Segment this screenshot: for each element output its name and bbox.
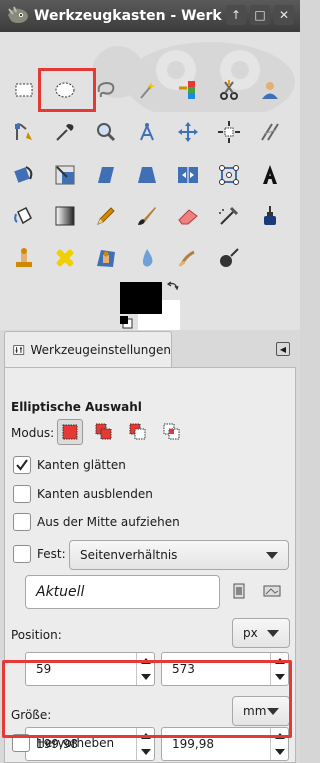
rect-select-icon[interactable] (8, 74, 40, 106)
foreground-color-swatch[interactable] (120, 282, 162, 314)
paintbrush-icon[interactable] (131, 200, 163, 232)
pencil-icon[interactable] (90, 200, 122, 232)
mode-subtract-icon (129, 423, 146, 440)
chevron-down-icon (266, 552, 278, 559)
highlight-label: Hervorheben (36, 736, 115, 750)
mode-replace-icon (62, 424, 78, 440)
selected-tool-highlight (38, 68, 96, 112)
portrait-icon[interactable] (233, 583, 245, 599)
perspective-clone-icon[interactable] (90, 242, 122, 274)
position-unit-value: px (243, 626, 258, 640)
default-colors-icon[interactable] (118, 314, 134, 330)
shear-icon[interactable] (90, 159, 122, 191)
current-value-entry[interactable]: Aktuell (25, 575, 220, 609)
airbrush-icon[interactable] (213, 200, 245, 232)
antialias-checkbox[interactable] (13, 456, 31, 474)
rotate-icon[interactable] (8, 159, 40, 191)
checkmark-icon (16, 459, 28, 471)
fixed-mode-value: Seitenverhältnis (80, 548, 178, 562)
color-picker-icon[interactable] (49, 116, 81, 148)
tab-tool-options-label: Werkzeugeinstellungen (30, 342, 171, 357)
decrement-icon[interactable] (275, 749, 285, 755)
perspective-icon[interactable] (131, 159, 163, 191)
fixed-label: Fest: (37, 547, 66, 561)
size-height-value: 199,98 (172, 737, 214, 751)
window-maximize-button[interactable]: □ (250, 5, 270, 25)
mode-add-icon (95, 423, 112, 440)
blur-icon[interactable] (131, 242, 163, 274)
size-section-highlight (2, 660, 292, 738)
mode-subtract-button[interactable] (125, 419, 151, 445)
mode-add-button[interactable] (91, 419, 117, 445)
position-unit-combo[interactable]: px (232, 618, 290, 648)
title-bar: Werkzeugkasten - Werkzeugkasten ↑ □ ✕ (0, 0, 300, 32)
fixed-mode-combo[interactable]: Seitenverhältnis (69, 540, 289, 570)
foreground-select-icon[interactable] (254, 74, 286, 106)
flip-icon[interactable] (172, 159, 204, 191)
bucket-fill-icon[interactable] (8, 200, 40, 232)
mode-intersect-button[interactable] (159, 419, 185, 445)
tab-menu-icon[interactable]: ◀ (276, 342, 290, 356)
fuzzy-select-icon[interactable] (131, 74, 163, 106)
mode-replace-button[interactable] (57, 419, 83, 445)
landscape-icon[interactable] (263, 585, 281, 597)
smudge-icon[interactable] (172, 242, 204, 274)
color-select-icon[interactable] (172, 74, 204, 106)
align-icon[interactable] (213, 116, 245, 148)
gimp-wilber-icon (8, 6, 28, 23)
clone-icon[interactable] (8, 242, 40, 274)
move-icon[interactable] (172, 116, 204, 148)
feather-label: Kanten ausblenden (37, 487, 153, 501)
text-icon[interactable] (254, 159, 286, 191)
window-up-button[interactable]: ↑ (226, 5, 246, 25)
current-value-text: Aktuell (36, 584, 85, 600)
chevron-down-icon (267, 630, 279, 637)
paths-icon[interactable] (8, 116, 40, 148)
transform-icon[interactable] (254, 116, 286, 148)
mode-intersect-icon (163, 423, 180, 440)
tab-tool-options[interactable]: Werkzeugeinstellungen (4, 331, 172, 367)
ink-icon[interactable] (254, 200, 286, 232)
cage-icon[interactable] (213, 159, 245, 191)
tool-options-icon (13, 344, 25, 355)
feather-checkbox[interactable] (13, 485, 31, 503)
scale-icon[interactable] (49, 159, 81, 191)
heal-icon[interactable] (49, 242, 81, 274)
window-title: Werkzeugkasten - Werkzeugkasten (34, 8, 222, 24)
measure-icon[interactable] (131, 116, 163, 148)
from-center-label: Aus der Mitte aufziehen (37, 515, 180, 529)
fixed-checkbox[interactable] (13, 545, 31, 563)
antialias-label: Kanten glätten (37, 458, 126, 472)
from-center-checkbox[interactable] (13, 513, 31, 531)
eraser-icon[interactable] (172, 200, 204, 232)
blend-icon[interactable] (49, 200, 81, 232)
swap-colors-icon[interactable] (166, 280, 180, 294)
mode-label: Modus: (11, 426, 55, 440)
window-close-button[interactable]: ✕ (274, 5, 294, 25)
toolbox (0, 32, 300, 330)
position-label: Position: (11, 628, 62, 642)
tool-title: Elliptische Auswahl (11, 400, 142, 414)
dodge-burn-icon[interactable] (213, 242, 245, 274)
decrement-icon[interactable] (141, 749, 151, 755)
scissors-select-icon[interactable] (213, 74, 245, 106)
zoom-icon[interactable] (90, 116, 122, 148)
